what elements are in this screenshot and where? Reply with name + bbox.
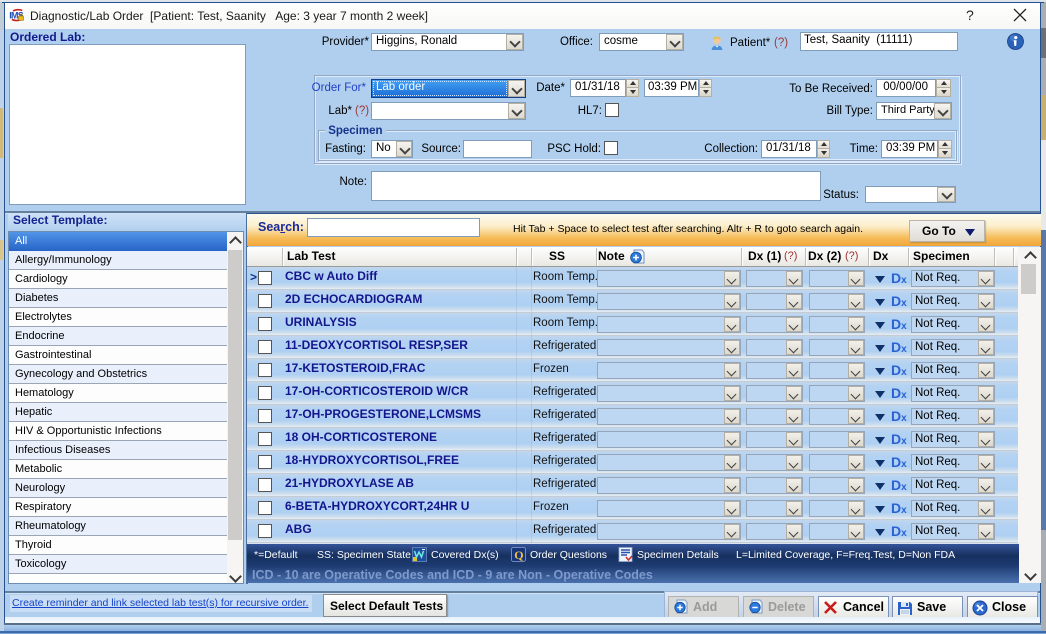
- svg-text:Q: Q: [514, 548, 523, 562]
